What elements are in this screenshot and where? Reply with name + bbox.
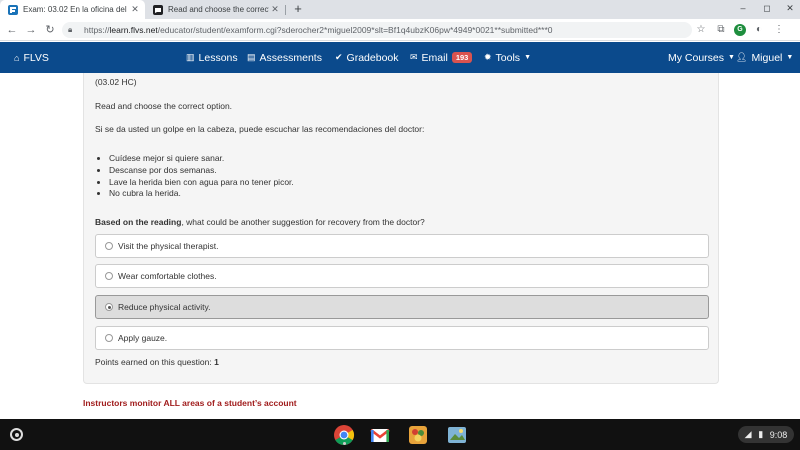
- address-bar[interactable]: 🔒︎ https:// learn.flvs.net /educator/stu…: [62, 22, 692, 38]
- url-scheme: https://: [84, 25, 110, 35]
- flvs-favicon-icon: [8, 4, 18, 15]
- wifi-icon: ◢: [744, 429, 752, 439]
- user-icon: 👤︎: [736, 52, 748, 62]
- chevron-down-icon: ▼: [786, 54, 794, 61]
- browser-tab-exam[interactable]: Exam: 03.02 En la oficina del doctor ✕: [0, 0, 145, 19]
- more-menu-icon[interactable]: ⋮: [772, 23, 786, 37]
- lock-icon: 🔒︎: [68, 25, 73, 34]
- radio-button[interactable]: [105, 334, 113, 342]
- tab-title: Exam: 03.02 En la oficina del doctor: [23, 5, 129, 14]
- option-label: Visit the physical therapist.: [118, 241, 219, 251]
- page-content: (03.02 HC) Read and choose the correct o…: [0, 73, 800, 419]
- browser-tab-question[interactable]: Read and choose the correct option ✕: [145, 0, 285, 19]
- points-value: 1: [214, 357, 219, 367]
- checkmark-icon: ✔: [335, 52, 343, 62]
- list-item: Lave la herida bien con agua para no ten…: [109, 177, 294, 189]
- option-label: Wear comfortable clothes.: [118, 271, 217, 281]
- paint-app-icon[interactable]: [446, 424, 468, 446]
- brand-label: FLVS: [23, 51, 49, 64]
- nav-my-courses-label: My Courses: [668, 51, 725, 64]
- bookmark-star-icon[interactable]: ☆: [694, 23, 708, 37]
- option-label: Apply gauze.: [118, 333, 168, 343]
- nav-user-menu[interactable]: 👤︎ Miguel ▼: [736, 42, 793, 73]
- running-indicator: [342, 442, 346, 445]
- list-item: Descanse por dos semanas.: [109, 165, 294, 177]
- question-prompt-rest: , what could be another suggestion for r…: [181, 217, 425, 227]
- list-item: Cuídese mejor si quiere sanar.: [109, 153, 294, 165]
- profile-avatar[interactable]: G: [734, 24, 746, 36]
- nav-user-label: Miguel: [751, 51, 783, 64]
- back-arrow-icon[interactable]: ←: [5, 23, 19, 37]
- tab-separator: [285, 5, 286, 15]
- list-item: No cubra la herida.: [109, 188, 294, 200]
- chrome-icon[interactable]: [333, 424, 355, 446]
- answer-option-c[interactable]: Reduce physical activity.: [95, 295, 709, 319]
- close-window-icon[interactable]: ✕: [783, 3, 797, 14]
- gear-icon: ✹: [484, 52, 492, 62]
- points-label: Points earned on this question:: [95, 357, 212, 367]
- url-host: learn.flvs.net: [109, 25, 158, 35]
- nav-gradebook-label: Gradebook: [346, 51, 399, 64]
- book-icon: ▥: [186, 52, 195, 62]
- nav-tools-label: Tools: [495, 51, 521, 64]
- extension-icon[interactable]: ◐: [752, 23, 766, 37]
- clock: 9:08: [769, 429, 788, 440]
- option-label: Reduce physical activity.: [118, 302, 211, 312]
- nav-email[interactable]: ✉ Email 193: [410, 42, 473, 73]
- brainly-favicon-icon: [153, 4, 163, 15]
- url-path: /educator/student/examform.cgi?sderocher…: [157, 25, 553, 35]
- os-shelf: ◢ ▮ 9:08: [0, 419, 800, 450]
- chevron-down-icon: ▼: [728, 54, 735, 61]
- briefcase-icon: ▤: [247, 52, 256, 62]
- email-count-badge: 193: [451, 52, 473, 63]
- answer-option-a[interactable]: Visit the physical therapist.: [95, 234, 709, 258]
- question-instruction: Read and choose the correct option.: [95, 101, 233, 111]
- photos-app-icon[interactable]: [407, 424, 429, 446]
- home-icon: ⌂: [14, 52, 20, 63]
- nav-gradebook[interactable]: ✔ Gradebook: [335, 42, 399, 73]
- nav-assessments[interactable]: ▤ Assessments: [247, 42, 322, 73]
- question-prompt-bold: Based on the reading: [95, 217, 182, 227]
- points-earned: Points earned on this question: 1: [95, 357, 219, 367]
- nav-assessments-label: Assessments: [259, 51, 322, 64]
- browser-tab-strip: Exam: 03.02 En la oficina del doctor ✕ R…: [0, 0, 800, 19]
- answer-option-d[interactable]: Apply gauze.: [95, 326, 709, 350]
- nav-my-courses[interactable]: My Courses ▼: [668, 42, 735, 73]
- envelope-icon: ✉: [410, 52, 418, 62]
- question-passage: Si se da usted un golpe en la cabeza, pu…: [95, 124, 425, 134]
- maximize-icon[interactable]: ◻: [760, 3, 774, 14]
- tab-close-icon[interactable]: ✕: [129, 4, 141, 15]
- radio-button-selected[interactable]: [105, 303, 113, 311]
- chevron-down-icon: ▼: [524, 54, 531, 61]
- browser-toolbar: ← → ↻ 🔒︎ https:// learn.flvs.net /educat…: [0, 19, 800, 41]
- gmail-icon[interactable]: [369, 424, 391, 446]
- question-code: (03.02 HC): [95, 77, 137, 87]
- tab-title: Read and choose the correct option: [168, 5, 269, 14]
- question-panel: (03.02 HC) Read and choose the correct o…: [83, 73, 719, 384]
- home-brand-link[interactable]: ⌂ FLVS: [14, 42, 49, 73]
- answer-option-b[interactable]: Wear comfortable clothes.: [95, 264, 709, 288]
- extension-puzzle-icon[interactable]: ⧉: [714, 23, 728, 37]
- new-tab-button[interactable]: +: [291, 2, 305, 16]
- question-prompt: Based on the reading, what could be anot…: [95, 217, 425, 227]
- reload-icon[interactable]: ↻: [43, 23, 57, 37]
- system-tray[interactable]: ◢ ▮ 9:08: [738, 426, 794, 443]
- nav-lessons[interactable]: ▥ Lessons: [186, 42, 238, 73]
- nav-tools[interactable]: ✹ Tools ▼: [484, 42, 531, 73]
- monitoring-notice: Instructors monitor ALL areas of a stude…: [83, 398, 297, 408]
- recommendation-list: Cuídese mejor si quiere sanar. Descanse …: [109, 153, 294, 200]
- battery-icon: ▮: [758, 429, 764, 439]
- minimize-icon[interactable]: –: [736, 3, 750, 13]
- radio-button[interactable]: [105, 272, 113, 280]
- tab-close-icon[interactable]: ✕: [269, 4, 281, 15]
- site-navbar: ⌂ FLVS ▥ Lessons ▤ Assessments ✔ Gradebo…: [0, 42, 800, 73]
- nav-lessons-label: Lessons: [198, 51, 238, 64]
- launcher-icon[interactable]: [10, 428, 23, 441]
- forward-arrow-icon[interactable]: →: [24, 23, 38, 37]
- radio-button[interactable]: [105, 242, 113, 250]
- nav-email-label: Email: [421, 51, 448, 64]
